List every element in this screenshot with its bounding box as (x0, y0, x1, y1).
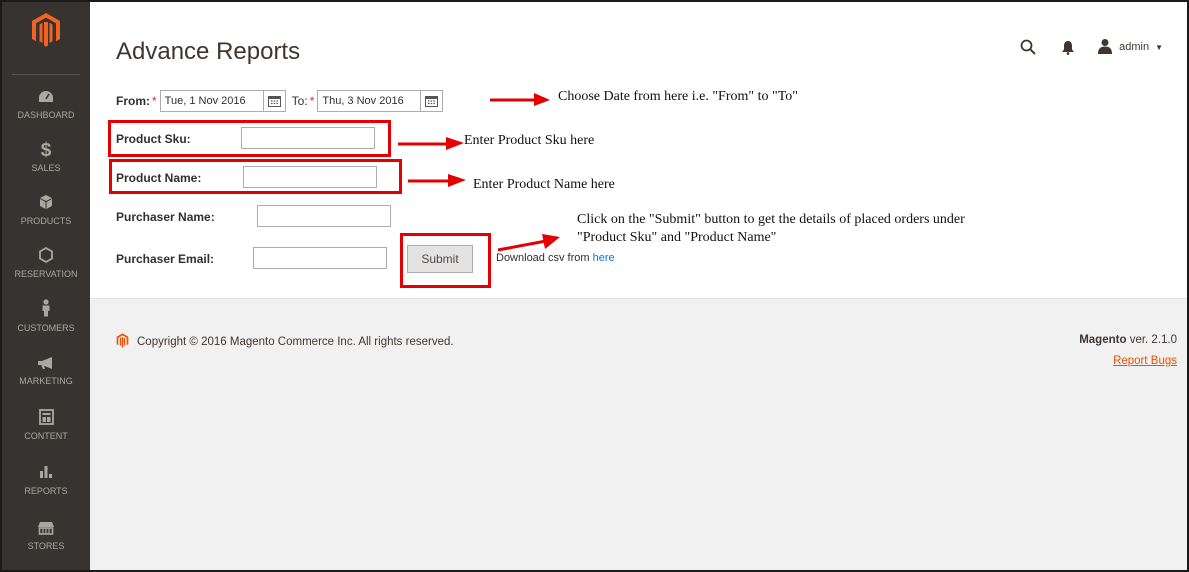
page-title: Advance Reports (116, 38, 301, 65)
annotation-sku-text: Enter Product Sku here (464, 133, 595, 148)
sidebar-item-label: RESERVATION (14, 269, 78, 279)
version-number: ver. 2.1.0 (1129, 334, 1177, 346)
search-icon[interactable] (1017, 36, 1039, 58)
magento-version: Magento ver. 2.1.0 (1079, 334, 1177, 346)
annotation-box-name (109, 159, 402, 194)
annotation-box-submit (400, 233, 491, 288)
calendar-icon[interactable] (263, 90, 286, 112)
sidebar-item-content[interactable]: CONTENT (2, 407, 90, 459)
annotation-arrow-submit (497, 234, 560, 252)
sidebar-item-label: MARKETING (19, 376, 73, 386)
from-date-field[interactable]: Tue, 1 Nov 2016 (159, 90, 264, 112)
required-marker: * (309, 94, 315, 108)
date-range-row: From: * Tue, 1 Nov 2016 To: * Thu, 3 Nov… (116, 90, 444, 112)
from-label: From: (116, 94, 150, 108)
app-window: DASHBOARD $ SALES PRODUCTS RESERVATION C… (0, 0, 1189, 572)
to-date-field[interactable]: Thu, 3 Nov 2016 (317, 90, 422, 112)
copyright: Copyright © 2016 Magento Commerce Inc. A… (116, 333, 454, 351)
sidebar-item-reservation[interactable]: RESERVATION (2, 245, 90, 297)
annotation-arrow-date (490, 93, 550, 106)
purchaser-email-input[interactable] (253, 247, 387, 269)
store-icon (2, 517, 90, 541)
sidebar-item-label: PRODUCTS (20, 216, 72, 226)
to-label: To: (291, 94, 308, 108)
sidebar-item-products[interactable]: PRODUCTS (2, 192, 90, 244)
annotation-submit-text-line1: Click on the "Submit" button to get the … (577, 212, 965, 227)
dollar-icon: $ (40, 140, 52, 161)
sidebar-item-customers[interactable]: CUSTOMERS (2, 299, 90, 351)
dashboard-icon (2, 86, 90, 110)
cube-icon (2, 192, 90, 216)
purchaser-name-input[interactable] (257, 205, 391, 227)
annotation-arrow-sku (398, 137, 464, 150)
magento-logo[interactable] (2, 12, 90, 72)
sidebar-item-reports[interactable]: REPORTS (2, 462, 90, 514)
megaphone-icon (2, 352, 90, 376)
layout-icon (2, 407, 90, 431)
sidebar-item-label: CUSTOMERS (17, 323, 75, 333)
sidebar-divider (12, 74, 80, 75)
user-icon (1097, 38, 1113, 57)
sidebar-item-stores[interactable]: STORES (2, 517, 90, 569)
header-actions: admin ▼ (1017, 36, 1163, 58)
download-csv-link[interactable]: here (593, 252, 615, 264)
annotation-box-sku (108, 120, 391, 157)
calendar-icon[interactable] (421, 90, 444, 112)
hexagon-icon (2, 245, 90, 269)
sidebar-item-label: CONTENT (24, 431, 68, 441)
copyright-text: Copyright © 2016 Magento Commerce Inc. A… (137, 336, 454, 348)
sidebar-item-label: SALES (31, 163, 61, 173)
sidebar-item-label: STORES (27, 541, 65, 551)
person-icon (2, 299, 90, 323)
bar-chart-icon (2, 462, 90, 486)
bell-icon[interactable] (1057, 36, 1079, 58)
purchaser-name-label: Purchaser Name: (116, 210, 215, 224)
report-bugs-link[interactable]: Report Bugs (1113, 355, 1177, 367)
admin-sidebar: DASHBOARD $ SALES PRODUCTS RESERVATION C… (2, 2, 90, 570)
annotation-arrow-name (408, 174, 466, 187)
sidebar-item-sales[interactable]: $ SALES (2, 139, 90, 191)
chevron-down-icon: ▼ (1155, 42, 1163, 52)
required-marker: * (152, 94, 157, 108)
annotation-submit-text-line2: "Product Sku" and "Product Name" (577, 230, 777, 245)
sidebar-item-label: DASHBOARD (17, 110, 75, 120)
annotation-date-text: Choose Date from here i.e. "From" to "To… (558, 89, 798, 104)
sidebar-item-dashboard[interactable]: DASHBOARD (2, 86, 90, 138)
admin-username: admin (1119, 41, 1150, 53)
annotation-name-text: Enter Product Name here (473, 177, 615, 192)
magento-footer-logo-icon (116, 333, 129, 351)
sidebar-item-marketing[interactable]: MARKETING (2, 352, 90, 404)
admin-account-menu[interactable]: admin ▼ (1097, 38, 1163, 57)
magento-brand: Magento (1079, 334, 1127, 346)
purchaser-email-label: Purchaser Email: (116, 252, 215, 266)
sidebar-item-label: REPORTS (24, 486, 68, 496)
